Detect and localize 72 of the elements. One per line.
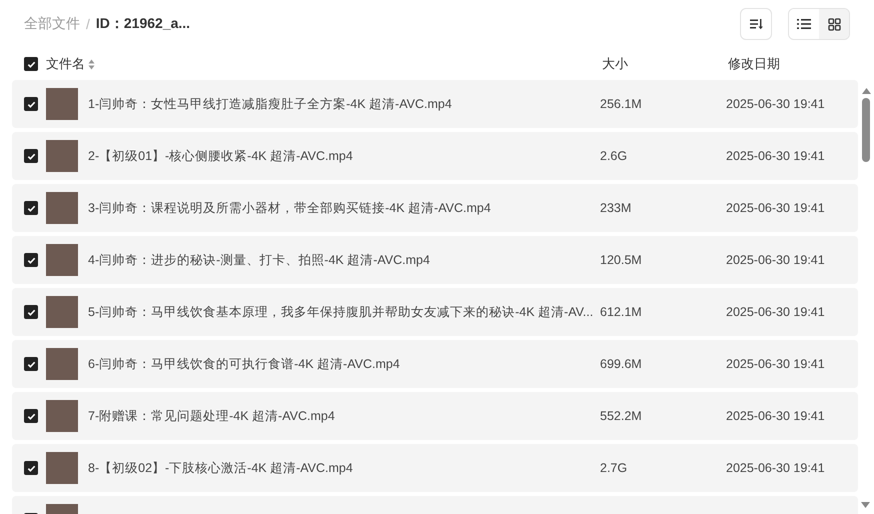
sort-button[interactable] <box>740 8 772 40</box>
sort-icon <box>88 58 95 70</box>
row-checkbox[interactable] <box>24 305 38 319</box>
file-name: 8-【初级02】-下肢核心激活-4K 超清-AVC.mp4 <box>88 460 354 476</box>
file-row[interactable]: 3-闫帅奇：课程说明及所需小器材，带全部购买链接-4K 超清-AVC.mp4 233M 2025-06-30 19:41 <box>12 184 858 232</box>
modified-date: 2025-06-30 19:41 <box>726 201 825 215</box>
file-row[interactable]: 8-【初级02】-下肢核心激活-4K 超清-AVC.mp4 2.7G 2025-06-30 19:41 <box>12 444 858 492</box>
file-size: 699.6M <box>600 357 643 371</box>
video-thumbnail-placeholder <box>46 140 78 172</box>
row-checkbox[interactable] <box>24 201 38 215</box>
row-checkbox[interactable] <box>24 253 38 267</box>
row-checkbox[interactable] <box>24 409 38 423</box>
column-header[interactable]: 文件名 <box>46 55 85 73</box>
file-name: 1-闫帅奇：女性马甲线打造减脂瘦肚子全方案-4K 超清-AVC.mp4 <box>88 96 453 112</box>
file-row[interactable]: 2-【初级01】-核心侧腰收紧-4K 超清-AVC.mp4 2.6G 2025-06-30 19:41 <box>12 132 858 180</box>
breadcrumb-item: ID：21962_a... <box>96 15 190 33</box>
file-size: 2.6G <box>600 149 628 163</box>
column-header[interactable]: 大小 <box>602 55 728 73</box>
checkmark-icon <box>26 464 36 472</box>
file-row[interactable]: 5-闫帅奇：马甲线饮食基本原理，我多年保持腹肌并帮助女友减下来的秘诀-4K 超清-AV... 612.1M 2025-06-30 19:41 <box>12 288 858 336</box>
checkmark-icon <box>26 308 36 316</box>
checkmark-icon <box>26 60 36 68</box>
checkmark-icon <box>26 204 36 212</box>
modified-date: 2025-06-30 19:41 <box>726 305 825 319</box>
checkmark-icon <box>26 360 36 368</box>
sort-icon <box>750 18 762 30</box>
column-header[interactable]: 修改日期 <box>728 55 780 73</box>
row-checkbox[interactable] <box>24 149 38 163</box>
file-name: 2-【初级01】-核心侧腰收紧-4K 超清-AVC.mp4 <box>88 148 354 164</box>
grid-icon <box>828 18 840 30</box>
file-row[interactable]: 7-附赠课：常见问题处理-4K 超清-AVC.mp4 552.2M 2025-06-30 19:41 <box>12 392 858 440</box>
modified-date: 2025-06-30 19:41 <box>726 97 825 111</box>
file-name: 3-闫帅奇：课程说明及所需小器材，带全部购买链接-4K 超清-AVC.mp4 <box>88 200 492 216</box>
row-checkbox[interactable] <box>24 357 38 371</box>
file-name: 4-闫帅奇：进步的秘诀-测量、打卡、拍照-4K 超清-AVC.mp4 <box>88 252 431 268</box>
scroll-up-icon[interactable] <box>862 88 870 94</box>
modified-date: 2025-06-30 19:41 <box>726 461 825 475</box>
modified-date: 2025-06-30 19:41 <box>726 357 825 371</box>
select-all-checkbox[interactable] <box>24 57 38 71</box>
file-size: 120.5M <box>600 253 643 267</box>
file-size: 2.7G <box>600 461 628 475</box>
video-thumbnail-placeholder <box>46 296 78 328</box>
file-size: 233M <box>600 201 632 215</box>
file-name: 6-闫帅奇：马甲线饮食的可执行食谱-4K 超清-AVC.mp4 <box>88 356 401 372</box>
video-thumbnail-placeholder <box>46 400 78 432</box>
modified-date: 2025-06-30 19:41 <box>726 253 825 267</box>
video-thumbnail-placeholder <box>46 244 78 276</box>
row-checkbox[interactable] <box>24 461 38 475</box>
checkmark-icon <box>26 412 36 420</box>
list-icon <box>797 18 811 30</box>
row-checkbox[interactable] <box>24 97 38 111</box>
file-size: 256.1M <box>600 97 643 111</box>
video-thumbnail-placeholder <box>46 88 78 120</box>
modified-date: 2025-06-30 19:41 <box>726 409 825 423</box>
file-size: 552.2M <box>600 409 643 423</box>
scroll-down-icon[interactable] <box>861 502 870 508</box>
file-row[interactable]: 6-闫帅奇：马甲线饮食的可执行食谱-4K 超清-AVC.mp4 699.6M 2025-06-30 19:41 <box>12 340 858 388</box>
file-name: 7-附赠课：常见问题处理-4K 超清-AVC.mp4 <box>88 408 336 424</box>
video-thumbnail-placeholder <box>46 452 78 484</box>
file-row[interactable]: 1-闫帅奇：女性马甲线打造减脂瘦肚子全方案-4K 超清-AVC.mp4 256.1M 2025-06-30 19:41 <box>12 80 858 128</box>
scrollbar-thumb[interactable] <box>862 98 870 162</box>
view-toggle-button[interactable] <box>819 9 849 39</box>
video-thumbnail-placeholder <box>46 348 78 380</box>
video-thumbnail-placeholder <box>46 192 78 224</box>
file-row[interactable]: 4-闫帅奇：进步的秘诀-测量、打卡、拍照-4K 超清-AVC.mp4 120.5M 2025-06-30 19:41 <box>12 236 858 284</box>
checkmark-icon <box>26 100 36 108</box>
checkmark-icon <box>26 152 36 160</box>
file-size: 612.1M <box>600 305 643 319</box>
breadcrumb-separator: / <box>86 16 90 32</box>
modified-date: 2025-06-30 19:41 <box>726 149 825 163</box>
file-name: 5-闫帅奇：马甲线饮食基本原理，我多年保持腹肌并帮助女友减下来的秘诀-4K 超清-AV... <box>88 304 594 320</box>
checkmark-icon <box>26 256 36 264</box>
